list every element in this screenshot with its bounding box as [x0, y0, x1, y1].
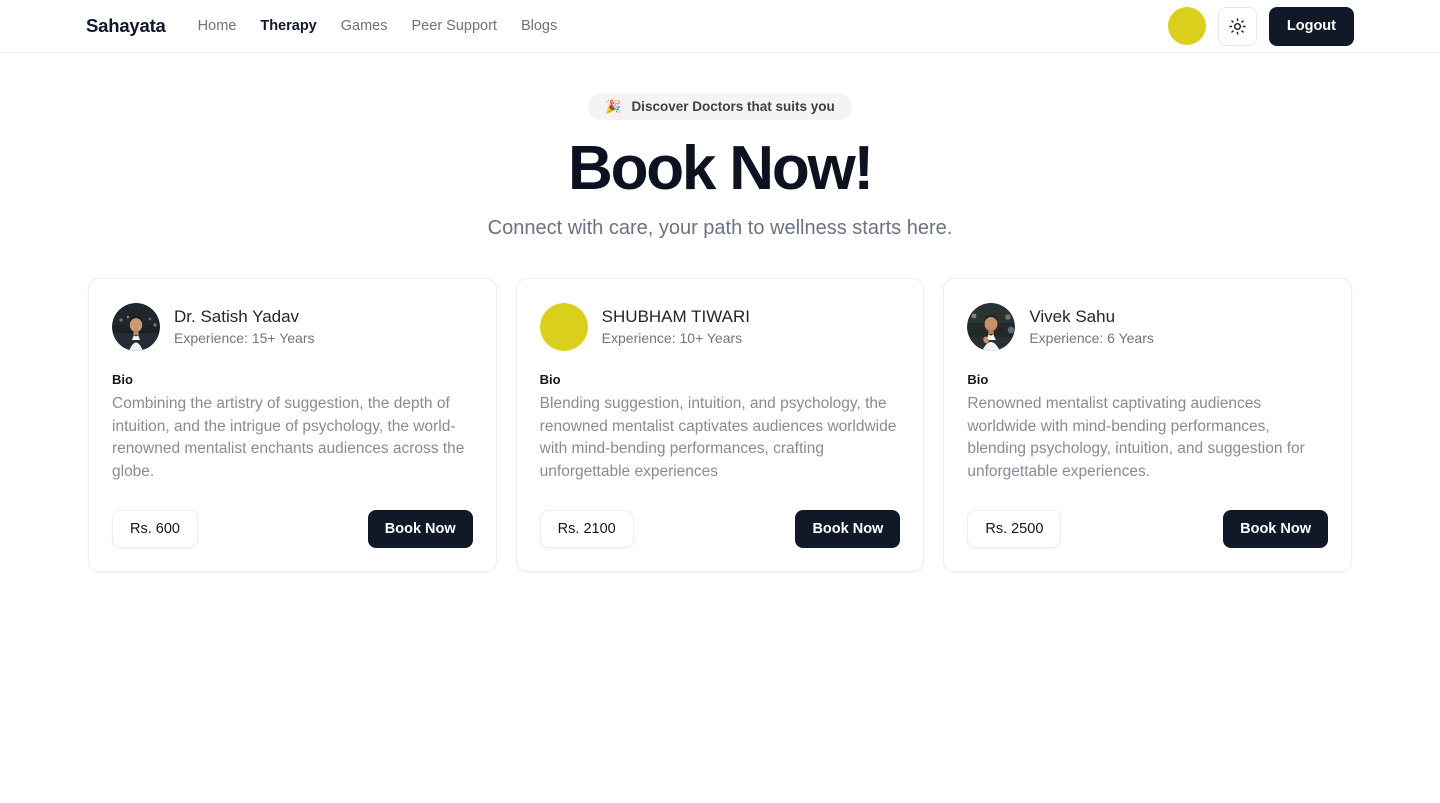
doctor-card: Dr. Satish Yadav Experience: 15+ Years B… [88, 277, 497, 573]
doctor-bio: Combining the artistry of suggestion, th… [112, 394, 465, 481]
nav-link-games[interactable]: Games [341, 18, 388, 34]
nav-link-peer-support[interactable]: Peer Support [412, 18, 497, 34]
nav-link-therapy[interactable]: Therapy [260, 18, 316, 34]
hero-section: 🎉 Discover Doctors that suits you Book N… [0, 53, 1440, 240]
doctor-name: Vivek Sahu [1029, 306, 1116, 326]
doctor-avatar [539, 302, 588, 351]
doctor-card-footer: Rs. 2500 Book Now [967, 484, 1329, 549]
doctor-cards-row: Dr. Satish Yadav Experience: 15+ Years B… [0, 277, 1440, 573]
party-popper-icon: 🎉 [605, 99, 622, 114]
price-button[interactable]: Rs. 600 [112, 510, 198, 549]
doctor-name: SHUBHAM TIWARI [601, 306, 750, 326]
doctor-identity: SHUBHAM TIWARI Experience: 10+ Years [602, 306, 750, 348]
doctor-experience: Experience: 6 Years [1029, 330, 1154, 347]
logout-button[interactable]: Logout [1268, 6, 1354, 46]
doctor-card-header: SHUBHAM TIWARI Experience: 10+ Years [539, 302, 901, 351]
discover-badge-label: Discover Doctors that suits you [631, 99, 835, 114]
sun-icon [1229, 17, 1246, 35]
user-avatar[interactable] [1167, 7, 1206, 45]
price-button[interactable]: Rs. 2500 [967, 510, 1062, 549]
brand-logo[interactable]: Sahayata [86, 15, 166, 37]
bio-label: Bio [967, 371, 989, 387]
theme-toggle-button[interactable] [1217, 6, 1257, 46]
book-now-button[interactable]: Book Now [367, 510, 473, 549]
doctor-card-footer: Rs. 2100 Book Now [539, 484, 901, 549]
doctor-experience: Experience: 10+ Years [601, 330, 743, 347]
site-header: Sahayata Home Therapy Games Peer Support… [0, 0, 1440, 53]
main-nav: Home Therapy Games Peer Support Blogs [198, 18, 558, 34]
doctor-name: Dr. Satish Yadav [174, 306, 300, 326]
doctor-avatar [112, 302, 160, 351]
doctor-card-header: Vivek Sahu Experience: 6 Years [967, 302, 1328, 351]
book-now-button[interactable]: Book Now [1223, 510, 1329, 549]
doctor-card: SHUBHAM TIWARI Experience: 10+ Years Bio… [515, 277, 925, 573]
price-button[interactable]: Rs. 2100 [539, 510, 634, 549]
bio-label: Bio [112, 371, 133, 387]
doctor-card-header: Dr. Satish Yadav Experience: 15+ Years [112, 302, 473, 351]
doctor-identity: Vivek Sahu Experience: 6 Years [1029, 306, 1154, 348]
doctor-experience: Experience: 15+ Years [174, 330, 315, 347]
page-subtitle: Connect with care, your path to wellness… [487, 216, 953, 239]
page-title: Book Now! [568, 134, 874, 203]
doctor-avatar [967, 302, 1016, 351]
nav-link-home[interactable]: Home [198, 18, 237, 34]
doctor-card: Vivek Sahu Experience: 6 Years Bio Renow… [943, 277, 1353, 573]
nav-link-blogs[interactable]: Blogs [521, 18, 557, 34]
doctor-bio: Blending suggestion, intuition, and psyc… [539, 394, 897, 481]
header-actions: Logout [1167, 6, 1354, 46]
doctor-identity: Dr. Satish Yadav Experience: 15+ Years [174, 306, 315, 348]
doctor-bio: Renowned mentalist captivating audiences… [967, 394, 1305, 481]
discover-badge: 🎉 Discover Doctors that suits you [588, 93, 852, 120]
doctor-card-footer: Rs. 600 Book Now [112, 484, 473, 549]
book-now-button[interactable]: Book Now [795, 510, 901, 549]
bio-label: Bio [539, 371, 561, 387]
